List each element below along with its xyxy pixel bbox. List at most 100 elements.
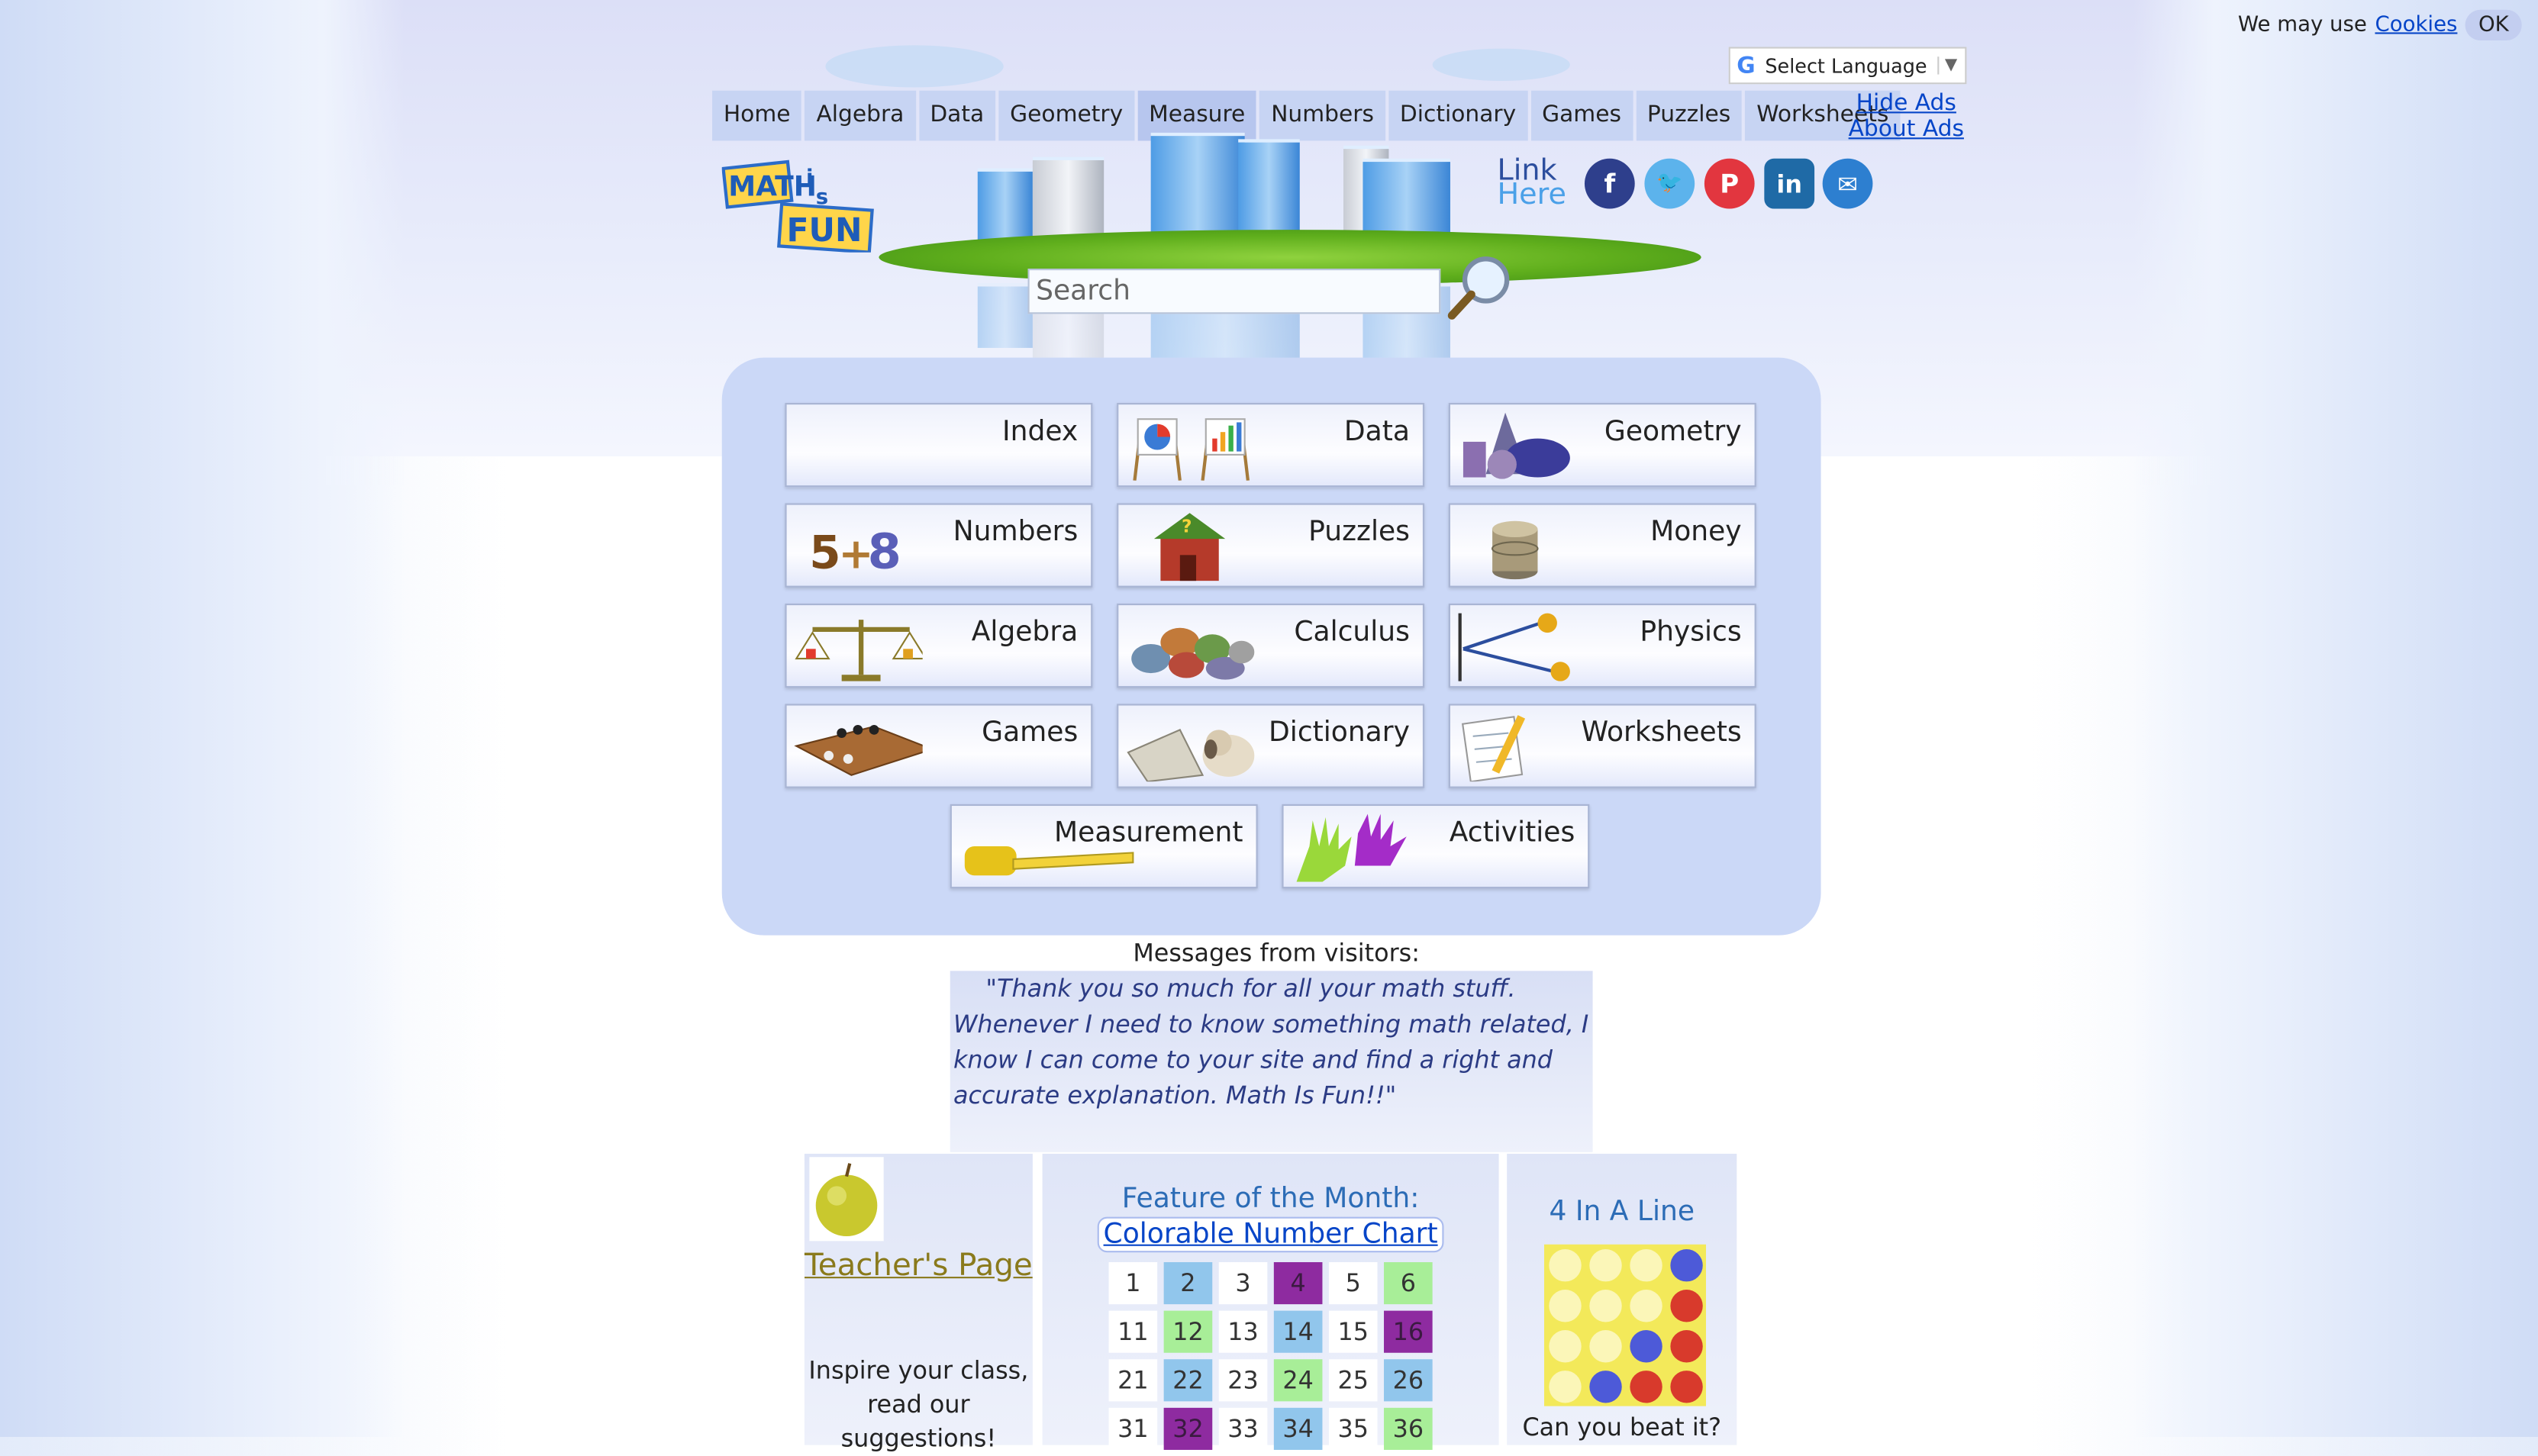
- chart-cell[interactable]: 2: [1163, 1261, 1213, 1305]
- about-ads-link[interactable]: About Ads: [1849, 117, 1964, 143]
- teacher-line3: suggestions!: [840, 1424, 997, 1454]
- cookie-notice: We may use Cookies OK: [2238, 9, 2522, 41]
- puzzle-house-icon: ?: [1153, 513, 1226, 581]
- twitter-icon[interactable]: 🐦: [1644, 158, 1695, 209]
- cookies-link[interactable]: Cookies: [2375, 13, 2457, 37]
- chart-cell[interactable]: 16: [1384, 1310, 1433, 1353]
- chart-cell[interactable]: 26: [1384, 1359, 1433, 1402]
- tile-puzzles[interactable]: ? Puzzles: [1117, 503, 1425, 588]
- worksheet-pencil-icon: [1461, 715, 1526, 782]
- chart-cell[interactable]: 5: [1328, 1261, 1378, 1305]
- nav-puzzles[interactable]: Puzzles: [1636, 90, 1743, 141]
- search-icon[interactable]: [1443, 251, 1514, 322]
- visitor-quote: "Thank you so much for all your math stu…: [950, 971, 1593, 1152]
- chart-cell[interactable]: 24: [1273, 1359, 1323, 1402]
- four-in-a-line-board[interactable]: [1543, 1244, 1707, 1406]
- chart-cell[interactable]: 11: [1108, 1310, 1158, 1353]
- nav-numbers[interactable]: Numbers: [1259, 90, 1385, 141]
- tile-worksheets[interactable]: Worksheets: [1448, 704, 1756, 788]
- chart-cell[interactable]: 4: [1273, 1261, 1323, 1305]
- chart-cell[interactable]: 1: [1108, 1261, 1158, 1305]
- coins-icon: [1492, 520, 1539, 580]
- tile-label: Numbers: [953, 516, 1079, 549]
- hide-ads-link[interactable]: Hide Ads: [1849, 91, 1964, 117]
- tile-label: Geometry: [1604, 415, 1742, 449]
- email-icon[interactable]: ✉: [1822, 158, 1873, 209]
- teacher-line2: read our: [867, 1390, 970, 1419]
- cookie-ok-button[interactable]: OK: [2465, 9, 2522, 41]
- linkedin-icon[interactable]: in: [1764, 158, 1815, 209]
- teachers-page-link[interactable]: Teacher's Page: [805, 1248, 1033, 1284]
- search-input[interactable]: Search: [1027, 269, 1441, 314]
- tile-games[interactable]: Games: [785, 704, 1093, 788]
- chart-cell[interactable]: 12: [1163, 1310, 1213, 1353]
- svg-text:8: 8: [868, 523, 901, 580]
- chart-cell[interactable]: 3: [1218, 1261, 1268, 1305]
- chart-cell[interactable]: 34: [1273, 1407, 1323, 1450]
- chart-cell[interactable]: 21: [1108, 1359, 1158, 1402]
- nav-geometry[interactable]: Geometry: [998, 90, 1135, 141]
- google-icon: G: [1737, 52, 1756, 79]
- pinterest-icon[interactable]: P: [1704, 158, 1755, 209]
- tile-label: Algebra: [971, 616, 1079, 649]
- tile-data[interactable]: Data: [1117, 403, 1425, 488]
- feature-title: Feature of the Month:: [1121, 1183, 1420, 1216]
- tile-numbers[interactable]: 5 + 8 Numbers: [785, 503, 1093, 588]
- svg-text:MATH: MATH: [728, 172, 817, 203]
- tile-money[interactable]: Money: [1448, 503, 1756, 588]
- chart-cell[interactable]: 23: [1218, 1359, 1268, 1402]
- svg-text:i: i: [806, 166, 813, 190]
- tile-dictionary[interactable]: Dictionary: [1117, 704, 1425, 788]
- tile-label: Physics: [1640, 616, 1742, 649]
- four-in-a-line-title[interactable]: 4 In A Line: [1507, 1196, 1737, 1228]
- chart-cell[interactable]: 31: [1108, 1407, 1158, 1450]
- tile-index[interactable]: Index: [785, 403, 1093, 488]
- chart-cell[interactable]: 25: [1328, 1359, 1378, 1402]
- easel-charts-icon: [1133, 418, 1250, 481]
- svg-text:FUN: FUN: [787, 212, 863, 250]
- pebbles-icon: [1131, 627, 1255, 680]
- nav-algebra[interactable]: Algebra: [805, 90, 916, 141]
- chart-cell[interactable]: 13: [1218, 1310, 1268, 1353]
- chart-cell[interactable]: 22: [1163, 1359, 1213, 1402]
- language-label: Select Language: [1765, 54, 1927, 77]
- number-chart[interactable]: 1 2 3 4 5 6 11 12 13 14 15 16 21 22 23 2…: [1102, 1256, 1439, 1456]
- chart-cell[interactable]: 36: [1384, 1407, 1433, 1450]
- chevron-down-icon: ▼: [1937, 56, 1957, 75]
- language-select[interactable]: G Select Language ▼: [1728, 47, 1967, 85]
- messages-title: Messages from visitors:: [1133, 938, 1420, 968]
- tile-geometry[interactable]: Geometry: [1448, 403, 1756, 488]
- link-here[interactable]: Link Here: [1497, 156, 1566, 210]
- chart-cell[interactable]: 35: [1328, 1407, 1378, 1450]
- tile-activities[interactable]: Activities: [1282, 804, 1590, 889]
- hands-icon: [1296, 813, 1407, 882]
- chessboard-icon: [794, 724, 923, 776]
- main-nav: Home Algebra Data Geometry Measure Numbe…: [712, 90, 1901, 141]
- ad-links: Hide Ads About Ads: [1849, 91, 1964, 143]
- chart-cell[interactable]: 14: [1273, 1310, 1323, 1353]
- tile-physics[interactable]: Physics: [1448, 603, 1756, 688]
- left-side-gradient: [0, 0, 405, 1438]
- tile-calculus[interactable]: Calculus: [1117, 603, 1425, 688]
- shapes-icon: [1462, 412, 1570, 479]
- nav-data[interactable]: Data: [918, 90, 996, 141]
- right-side-gradient: [2133, 0, 2538, 1438]
- svg-text:5: 5: [809, 527, 840, 579]
- math-is-fun-logo[interactable]: MATH i s FUN: [721, 152, 874, 253]
- chart-cell[interactable]: 6: [1384, 1261, 1433, 1305]
- nav-games[interactable]: Games: [1530, 90, 1633, 141]
- tile-algebra[interactable]: Algebra: [785, 603, 1093, 688]
- chart-cell[interactable]: 33: [1218, 1407, 1268, 1450]
- chart-cell[interactable]: 15: [1328, 1310, 1378, 1353]
- tile-label: Worksheets: [1581, 717, 1742, 749]
- chart-cell[interactable]: 32: [1163, 1407, 1213, 1450]
- colorable-number-chart-link[interactable]: Colorable Number Chart: [1097, 1216, 1445, 1253]
- nav-dictionary[interactable]: Dictionary: [1388, 90, 1528, 141]
- tile-measurement[interactable]: Measurement: [950, 804, 1258, 889]
- teacher-box: Teacher's Page Inspire your class, read …: [804, 1153, 1033, 1453]
- feature-box: Feature of the Month: Colorable Number C…: [1042, 1153, 1499, 1450]
- nav-home[interactable]: Home: [712, 90, 802, 141]
- facebook-icon[interactable]: f: [1584, 158, 1635, 209]
- cloud-decoration: [1432, 48, 1570, 82]
- tile-label: Index: [1001, 415, 1079, 449]
